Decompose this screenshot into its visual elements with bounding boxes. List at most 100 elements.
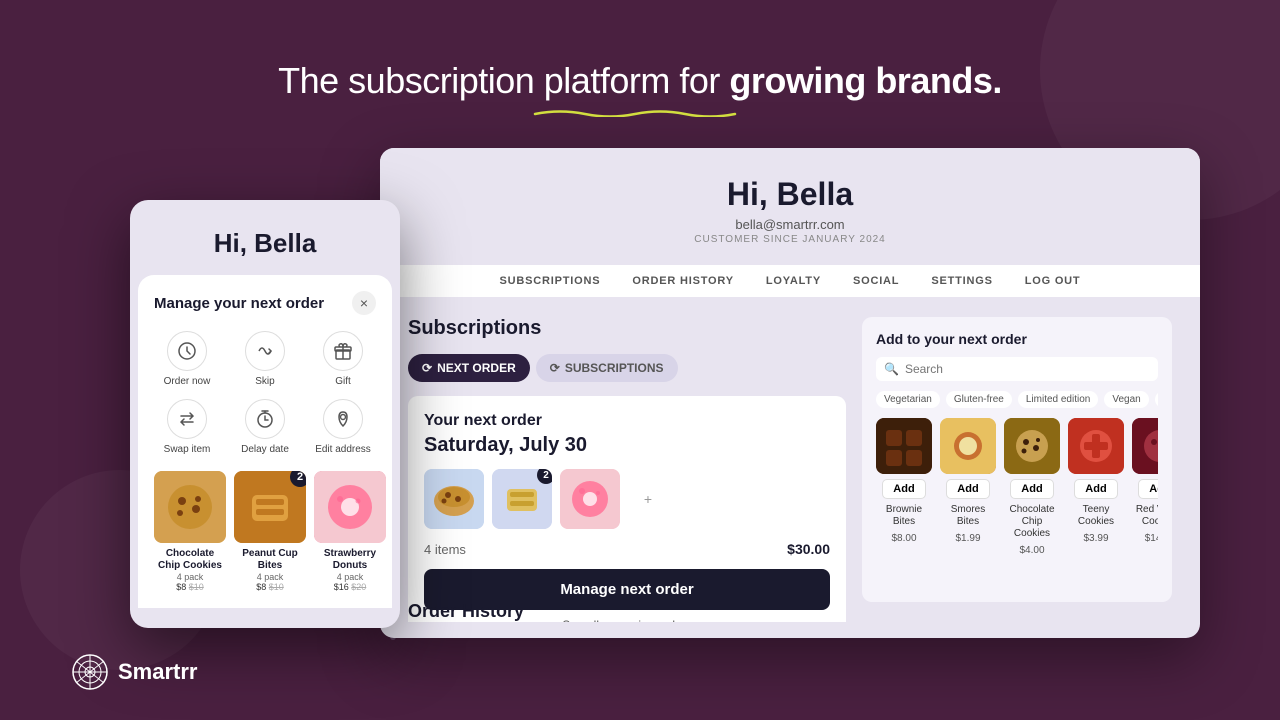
mobile-header: Hi, Bella: [130, 200, 400, 275]
mobile-peanut-pack: 4 pack: [234, 572, 306, 582]
item-badge-2: 2: [537, 469, 552, 484]
product-img-smores: [940, 418, 996, 474]
address-label: Edit address: [315, 444, 371, 455]
order-date: Saturday, July 30: [424, 434, 830, 457]
logo-icon: [72, 654, 108, 690]
action-skip[interactable]: Skip: [232, 331, 298, 387]
nav-subscriptions[interactable]: SUBSCRIPTIONS: [500, 275, 601, 287]
order-now-icon: [167, 331, 207, 371]
tab-subscriptions[interactable]: ⟳ SUBSCRIPTIONS: [536, 354, 678, 382]
product-card-smores: Add Smores Bites $1.99: [940, 418, 996, 556]
product-card-brownie: Add Brownie Bites $8.00: [876, 418, 932, 556]
add-redvelvet-button[interactable]: Add: [1138, 479, 1158, 499]
mobile-product-img-peanut: 2: [234, 471, 306, 543]
choc-name: Chocolate Chip Cookies: [1004, 504, 1060, 540]
filter-gluten-free[interactable]: Gluten-free: [946, 391, 1012, 408]
action-order-now[interactable]: Order now: [154, 331, 220, 387]
mobile-product-img-cookie: [154, 471, 226, 543]
mobile-product-peanut: 2 Peanut Cup Bites 4 pack $8 $10: [234, 471, 306, 592]
tab-subscriptions-icon: ⟳: [550, 361, 560, 375]
add-to-order-title: Add to your next order: [876, 331, 1158, 347]
order-footer: 4 items $30.00: [424, 541, 830, 557]
add-choc-button[interactable]: Add: [1010, 479, 1053, 499]
tab-next-order-icon: ⟳: [422, 361, 432, 375]
filter-vegetarian[interactable]: Vegetarian: [876, 391, 940, 408]
underline-decoration: [530, 104, 750, 110]
search-icon: 🔍: [884, 362, 899, 376]
desktop-email: bella@smartrr.com: [380, 217, 1200, 232]
mobile-product-row: Chocolate Chip Cookies 4 pack $8 $10 2 P…: [154, 471, 376, 592]
mobile-donut-pack: 4 pack: [314, 572, 386, 582]
order-history-section: Order History: [408, 601, 524, 622]
order-price: $30.00: [787, 541, 830, 557]
mobile-modal: Manage your next order × Order now Skip: [138, 275, 392, 608]
modal-close-button[interactable]: ×: [352, 291, 376, 315]
order-items-count: 4 items: [424, 542, 466, 557]
mobile-product-cookie: Chocolate Chip Cookies 4 pack $8 $10: [154, 471, 226, 592]
mobile-donut-name: Strawberry Donuts: [314, 548, 386, 572]
filter-vegan[interactable]: Vegan: [1104, 391, 1148, 408]
skip-label: Skip: [255, 376, 274, 387]
tab-next-order[interactable]: ⟳ NEXT ORDER: [408, 354, 530, 382]
action-swap[interactable]: Swap item: [154, 399, 220, 455]
add-teeny-button[interactable]: Add: [1074, 479, 1117, 499]
desktop-mockup: Hi, Bella bella@smartrr.com CUSTOMER SIN…: [380, 148, 1200, 638]
mobile-cookie-name: Chocolate Chip Cookies: [154, 548, 226, 572]
swap-label: Swap item: [164, 444, 211, 455]
gift-label: Gift: [335, 376, 351, 387]
desktop-content: Subscriptions ⟳ NEXT ORDER ⟳ SUBSCRIPTIO…: [380, 297, 1200, 622]
redvelvet-name: Red Velvet Cookies: [1132, 504, 1158, 528]
nav-loyalty[interactable]: LOYALTY: [766, 275, 821, 287]
mobile-product-donut: Strawberry Donuts 4 pack $16 $20: [314, 471, 386, 592]
mobile-peanut-price: $8 $10: [234, 582, 306, 592]
mobile-greeting: Hi, Bella: [150, 228, 380, 259]
tabs-container: ⟳ NEXT ORDER ⟳ SUBSCRIPTIONS: [408, 354, 846, 382]
modal-header: Manage your next order ×: [154, 291, 376, 315]
product-img-brownie: [876, 418, 932, 474]
desktop-nav: SUBSCRIPTIONS ORDER HISTORY LOYALTY SOCI…: [380, 265, 1200, 297]
order-now-label: Order now: [164, 376, 211, 387]
address-icon: [323, 399, 363, 439]
brownie-price: $8.00: [891, 533, 916, 544]
order-items: 2 +: [424, 469, 830, 529]
headline-section: The subscription platform for growing br…: [0, 60, 1280, 110]
search-box: 🔍: [876, 357, 1158, 381]
brownie-name: Brownie Bites: [876, 504, 932, 528]
tab-subscriptions-label: SUBSCRIPTIONS: [565, 361, 664, 375]
order-item-3: [560, 469, 620, 529]
action-grid: Order now Skip Gift Swap item: [154, 331, 376, 455]
search-input[interactable]: [905, 362, 1150, 376]
nav-order-history[interactable]: ORDER HISTORY: [632, 275, 733, 287]
filter-limited[interactable]: Limited edition: [1018, 391, 1098, 408]
nav-settings[interactable]: SETTINGS: [931, 275, 992, 287]
product-grid: Add Brownie Bites $8.00 Add Smores Bites…: [876, 418, 1158, 556]
tab-next-order-label: NEXT ORDER: [437, 361, 516, 375]
filter-tags: Vegetarian Gluten-free Limited edition V…: [876, 391, 1158, 408]
smores-name: Smores Bites: [940, 504, 996, 528]
add-smores-button[interactable]: Add: [946, 479, 989, 499]
desktop-greeting: Hi, Bella: [380, 176, 1200, 213]
filter-dairy-free[interactable]: Dairy-free: [1155, 391, 1158, 408]
logo-text: Smartrr: [118, 659, 197, 685]
product-img-choc: [1004, 418, 1060, 474]
order-card-title: Your next order: [424, 412, 830, 430]
product-img-redvelvet: [1132, 418, 1158, 474]
delay-label: Delay date: [241, 444, 289, 455]
add-brownie-button[interactable]: Add: [882, 479, 925, 499]
order-card: Your next order Saturday, July 30 2: [408, 396, 846, 622]
action-gift[interactable]: Gift: [310, 331, 376, 387]
action-delay[interactable]: Delay date: [232, 399, 298, 455]
mobile-donut-price: $16 $20: [314, 582, 386, 592]
delay-icon: [245, 399, 285, 439]
desktop-header: Hi, Bella bella@smartrr.com CUSTOMER SIN…: [380, 148, 1200, 257]
left-panel: Subscriptions ⟳ NEXT ORDER ⟳ SUBSCRIPTIO…: [408, 317, 846, 602]
product-card-teeny: Add Teeny Cookies $3.99: [1068, 418, 1124, 556]
mobile-cookie-price: $8 $10: [154, 582, 226, 592]
order-history-title: Order History: [408, 601, 524, 622]
mobile-cookie-pack: 4 pack: [154, 572, 226, 582]
nav-logout[interactable]: LOG OUT: [1025, 275, 1081, 287]
action-edit-address[interactable]: Edit address: [310, 399, 376, 455]
teeny-price: $3.99: [1083, 533, 1108, 544]
mobile-peanut-name: Peanut Cup Bites: [234, 548, 306, 572]
nav-social[interactable]: SOCIAL: [853, 275, 899, 287]
